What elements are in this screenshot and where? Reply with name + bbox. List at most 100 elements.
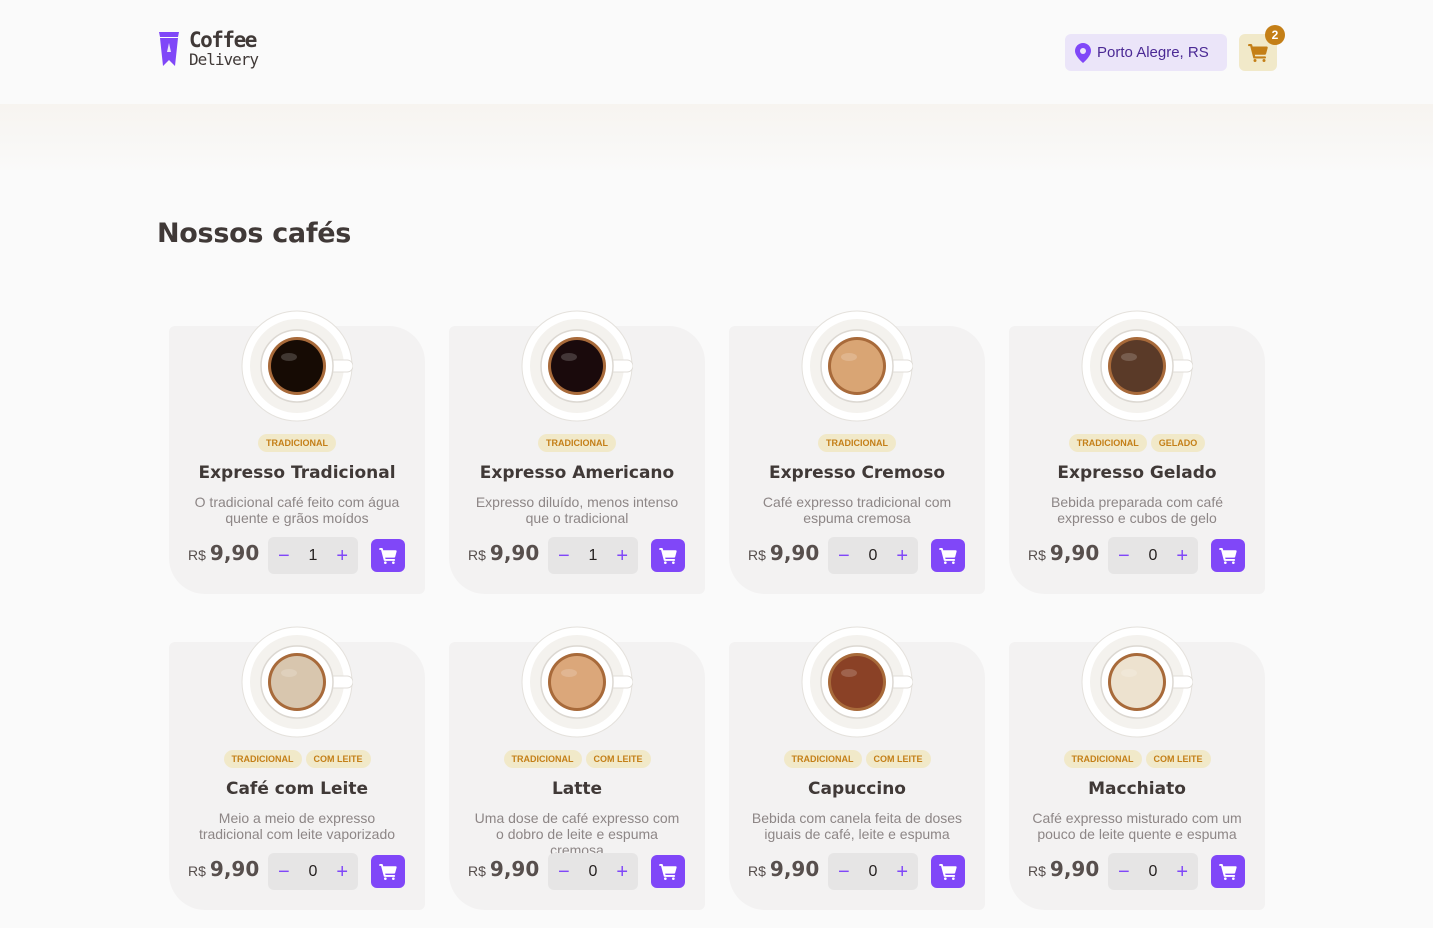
currency-symbol: R$ <box>1028 863 1046 879</box>
plus-icon[interactable]: + <box>1176 546 1188 566</box>
map-pin-icon <box>1075 42 1091 63</box>
minus-icon[interactable]: − <box>838 546 850 566</box>
price-value: 9,90 <box>769 857 820 881</box>
minus-icon[interactable]: − <box>838 862 850 882</box>
price-value: 9,90 <box>1049 857 1100 881</box>
quantity-value: 0 <box>308 862 318 880</box>
minus-icon[interactable]: − <box>278 862 290 882</box>
minus-icon[interactable]: − <box>558 862 570 882</box>
price-value: 9,90 <box>489 857 540 881</box>
tag-badge: TRADICIONAL <box>503 750 582 768</box>
plus-icon[interactable]: + <box>336 546 348 566</box>
coffee-cup-image <box>1081 626 1193 738</box>
page-title: Nossos cafés <box>157 218 352 249</box>
price: R$ 9,90 <box>468 541 539 565</box>
minus-icon[interactable]: − <box>1118 546 1130 566</box>
quantity-value: 1 <box>308 546 318 564</box>
shopping-cart-icon <box>1219 547 1237 564</box>
plus-icon[interactable]: + <box>616 862 628 882</box>
coffee-card: TRADICIONAL COM LEITE Café com Leite Meio a… <box>169 626 425 910</box>
price: R$ 9,90 <box>1028 857 1099 881</box>
add-to-cart-button[interactable] <box>651 855 685 888</box>
tag-list: TRADICIONAL GELADO <box>1009 434 1265 452</box>
quantity-value: 1 <box>588 546 598 564</box>
tag-badge: TRADICIONAL <box>818 434 896 452</box>
coffee-description: Expresso diluído, menos intenso que o tr… <box>475 494 679 526</box>
shopping-cart-icon <box>659 863 677 880</box>
quantity-stepper: −0 + <box>828 537 918 574</box>
tag-badge: TRADICIONAL <box>783 750 862 768</box>
currency-symbol: R$ <box>468 863 486 879</box>
quantity-stepper: −0 + <box>828 853 918 890</box>
coffee-cup-image <box>241 310 353 422</box>
tag-badge: TRADICIONAL <box>258 434 336 452</box>
shopping-cart-icon <box>379 863 397 880</box>
location-button[interactable]: Porto Alegre, RS <box>1065 34 1227 71</box>
price-value: 9,90 <box>1049 541 1100 565</box>
tag-list: TRADICIONAL COM LEITE <box>449 750 705 768</box>
quantity-stepper: −0 + <box>1108 853 1198 890</box>
price: R$ 9,90 <box>468 857 539 881</box>
logo-text: Coffee Delivery <box>189 30 259 70</box>
quantity-value: 0 <box>868 862 878 880</box>
coffee-description: Café expresso tradicional com espuma cre… <box>762 494 952 526</box>
tag-badge: COM LEITE <box>305 750 371 768</box>
add-to-cart-button[interactable] <box>931 539 965 572</box>
location-label: Porto Alegre, RS <box>1097 44 1209 61</box>
tag-list: TRADICIONAL COM LEITE <box>1009 750 1265 768</box>
coffee-cup-image <box>801 626 913 738</box>
coffee-description: Bebida com canela feita de doses iguais … <box>751 810 963 842</box>
add-to-cart-button[interactable] <box>1211 855 1245 888</box>
currency-symbol: R$ <box>748 547 766 563</box>
add-to-cart-button[interactable] <box>371 539 405 572</box>
cart-count-badge: 2 <box>1265 25 1285 45</box>
tag-badge: TRADICIONAL <box>1068 434 1147 452</box>
add-to-cart-button[interactable] <box>931 855 965 888</box>
coffee-card: TRADICIONAL GELADO Expresso Gelado Bebida p… <box>1009 310 1265 594</box>
quantity-stepper: −1 + <box>268 537 358 574</box>
price-value: 9,90 <box>209 857 260 881</box>
header: Coffee Delivery Porto Alegre, RS 2 <box>0 0 1433 104</box>
coffee-name: Expresso Gelado <box>1057 463 1217 483</box>
coffee-name: Expresso Tradicional <box>198 463 396 483</box>
price-value: 9,90 <box>489 541 540 565</box>
quantity-value: 0 <box>868 546 878 564</box>
coffee-description: Meio a meio de expresso tradicional com … <box>198 810 396 842</box>
minus-icon[interactable]: − <box>1118 862 1130 882</box>
price: R$ 9,90 <box>748 857 819 881</box>
cart-button[interactable]: 2 <box>1239 25 1285 71</box>
currency-symbol: R$ <box>748 863 766 879</box>
coffee-card: TRADICIONAL COM LEITE Latte Uma dose de caf… <box>449 626 705 910</box>
shopping-cart-icon <box>939 547 957 564</box>
tag-badge: COM LEITE <box>585 750 651 768</box>
tag-list: TRADICIONAL <box>449 434 705 452</box>
add-to-cart-button[interactable] <box>371 855 405 888</box>
coffee-cup-logo-icon <box>159 32 179 66</box>
coffee-description: Uma dose de café expresso com o dobro de… <box>474 810 680 858</box>
quantity-stepper: −1 + <box>548 537 638 574</box>
shopping-cart-icon <box>939 863 957 880</box>
price: R$ 9,90 <box>748 541 819 565</box>
price-value: 9,90 <box>209 541 260 565</box>
currency-symbol: R$ <box>1028 547 1046 563</box>
coffee-cup-image <box>801 310 913 422</box>
minus-icon[interactable]: − <box>278 546 290 566</box>
tag-badge: TRADICIONAL <box>1063 750 1142 768</box>
minus-icon[interactable]: − <box>558 546 570 566</box>
plus-icon[interactable]: + <box>336 862 348 882</box>
logo[interactable]: Coffee Delivery <box>157 30 259 70</box>
quantity-value: 0 <box>1148 546 1158 564</box>
plus-icon[interactable]: + <box>1176 862 1188 882</box>
plus-icon[interactable]: + <box>616 546 628 566</box>
add-to-cart-button[interactable] <box>651 539 685 572</box>
hero-background <box>0 104 1433 174</box>
logo-subtitle: Delivery <box>189 50 259 69</box>
quantity-stepper: −0 + <box>1108 537 1198 574</box>
coffee-card: TRADICIONAL Expresso Cremoso Café expresso… <box>729 310 985 594</box>
plus-icon[interactable]: + <box>896 862 908 882</box>
add-to-cart-button[interactable] <box>1211 539 1245 572</box>
currency-symbol: R$ <box>188 547 206 563</box>
tag-list: TRADICIONAL COM LEITE <box>169 750 425 768</box>
coffee-cup-image <box>241 626 353 738</box>
plus-icon[interactable]: + <box>896 546 908 566</box>
